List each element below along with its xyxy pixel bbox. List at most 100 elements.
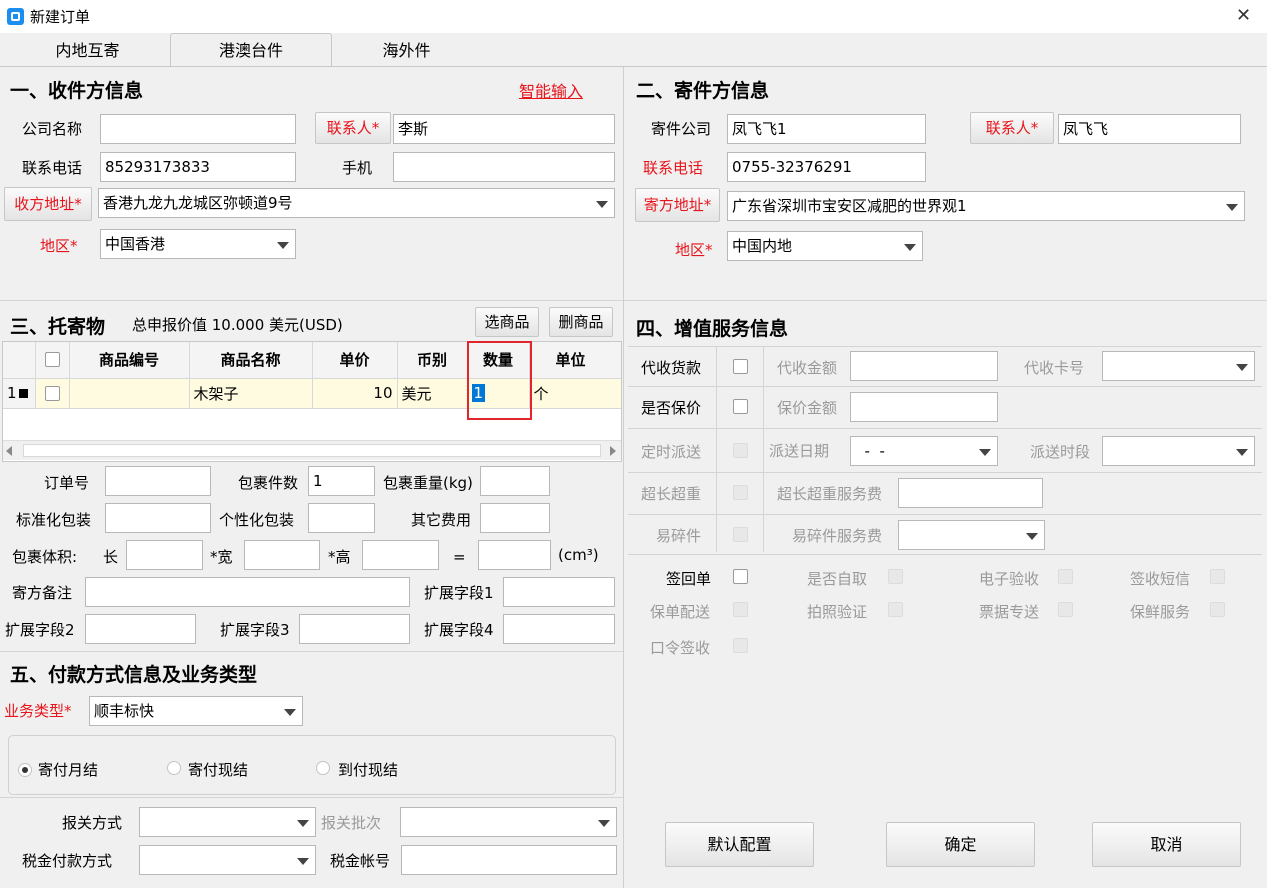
recipient-address-select[interactable]: 香港九龙九龙城区弥顿道9号 [98,188,615,218]
radio-cash[interactable] [167,761,181,775]
tab-overseas[interactable]: 海外件 [334,33,479,67]
cod-card-select[interactable] [1102,351,1255,381]
ext3-input[interactable] [299,614,410,644]
scroll-right-icon[interactable] [610,446,616,456]
radio-cod[interactable] [316,761,330,775]
order-no-label: 订单号 [44,474,90,492]
col-currency[interactable]: 币别 [397,342,468,379]
delivery-date-select[interactable]: - - [850,436,998,466]
cancel-button[interactable]: 取消 [1092,822,1241,867]
customs-select[interactable] [139,807,316,837]
sender-contact-input[interactable]: 凤飞飞 [1058,114,1241,144]
recipient-address-button[interactable]: 收方地址* [4,187,92,221]
insure-amount-input[interactable] [850,392,998,422]
height-input[interactable] [362,540,439,570]
remark-input[interactable] [85,577,410,607]
horizontal-scrollbar[interactable] [3,440,621,460]
grid-select-all[interactable] [35,342,70,379]
insure-checkbox[interactable] [733,399,748,414]
customs-batch-select[interactable] [400,807,617,837]
scroll-thumb[interactable] [23,444,601,457]
row-currency[interactable]: 美元 [397,378,468,409]
delivery-period-select[interactable] [1102,436,1255,466]
order-no-input[interactable] [105,466,211,496]
oversize-checkbox [733,485,748,500]
recipient-mobile-input[interactable] [393,152,615,182]
tab-mainland[interactable]: 内地互寄 [10,33,165,67]
sender-phone-input[interactable]: 0755-32376291 [727,152,926,182]
ext4-input[interactable] [503,614,615,644]
radio-cod-label[interactable]: 到付现结 [338,760,398,780]
goods-title: 三、托寄物 [10,316,106,338]
recipient-contact-button[interactable]: 联系人* [315,112,391,144]
tax-account-input[interactable] [401,845,617,875]
sender-phone-label: 联系电话 [643,159,704,177]
delivery-period-label: 派送时段 [1030,443,1091,461]
sender-region-select[interactable]: 中国内地 [727,231,923,261]
biz-type-select[interactable]: 顺丰标快 [89,696,303,726]
row-checkbox[interactable] [35,378,70,409]
password-sign-checkbox [733,638,748,653]
package-weight-input[interactable] [480,466,550,496]
oversize-fee-input[interactable] [898,478,1043,508]
package-weight-label: 包裹重量(kg) [383,474,473,492]
sender-company-input[interactable]: 凤飞飞1 [727,114,926,144]
recipient-contact-input[interactable]: 李斯 [393,114,615,144]
policy-delivery-checkbox [733,602,748,617]
row-code[interactable] [69,378,190,409]
sender-address-select[interactable]: 广东省深圳市宝安区减肥的世界观1 [727,191,1245,221]
sign-return-checkbox[interactable] [733,569,748,584]
package-count-input[interactable]: 1 [308,466,375,496]
width-input[interactable] [244,540,320,570]
col-code[interactable]: 商品编号 [69,342,190,379]
chevron-down-icon [277,242,289,249]
chevron-down-icon [297,858,309,865]
recipient-region-select[interactable]: 中国香港 [100,229,296,259]
tax-pay-select[interactable] [139,845,316,875]
delivery-date-label: 派送日期 [769,442,830,460]
row-price[interactable]: 10 [312,378,398,409]
scroll-left-icon[interactable] [6,446,12,456]
default-config-button[interactable]: 默认配置 [665,822,814,867]
fragile-fee-label: 易碎件服务费 [792,527,883,545]
ext1-input[interactable] [503,577,615,607]
customs-label: 报关方式 [62,814,123,832]
radio-cash-label[interactable]: 寄付现结 [188,760,248,780]
recipient-phone-input[interactable]: 85293173833 [100,152,296,182]
select-goods-button[interactable]: 选商品 [475,307,539,337]
services-title: 四、增值服务信息 [636,318,789,340]
chevron-down-icon [1026,533,1038,540]
cod-amount-input[interactable] [850,351,998,381]
photo-verify-checkbox [888,602,903,617]
payment-title: 五、付款方式信息及业务类型 [10,664,258,686]
col-price[interactable]: 单价 [312,342,398,379]
col-unit[interactable]: 单位 [529,342,621,379]
custom-pack-input[interactable] [308,503,375,533]
sender-title: 二、寄件方信息 [636,80,770,102]
chevron-down-icon [598,820,610,827]
ok-button[interactable]: 确定 [886,822,1035,867]
chevron-down-icon [297,820,309,827]
height-label: *高 [328,548,351,566]
delete-goods-button[interactable]: 删商品 [549,307,613,337]
other-fee-input[interactable] [480,503,550,533]
volume-result-input[interactable] [478,540,551,570]
std-pack-input[interactable] [105,503,211,533]
insure-amount-label: 保价金额 [777,399,838,417]
close-icon[interactable]: ✕ [1236,6,1251,26]
recipient-company-input[interactable] [100,114,296,144]
row-unit[interactable]: 个 [529,378,621,409]
radio-monthly[interactable] [18,763,32,777]
sender-address-button[interactable]: 寄方地址* [635,188,720,222]
length-input[interactable] [126,540,203,570]
cod-checkbox[interactable] [733,359,748,374]
row-name[interactable]: 木架子 [189,378,313,409]
col-name[interactable]: 商品名称 [189,342,313,379]
ext2-input[interactable] [85,614,196,644]
fragile-fee-select[interactable] [898,520,1045,550]
radio-monthly-label[interactable]: 寄付月结 [38,760,98,780]
e-accept-checkbox [1058,569,1073,584]
smart-input-link[interactable]: 智能输入 [519,82,583,102]
sender-contact-button[interactable]: 联系人* [970,112,1054,144]
tab-hk-macao-taiwan[interactable]: 港澳台件 [170,33,332,67]
